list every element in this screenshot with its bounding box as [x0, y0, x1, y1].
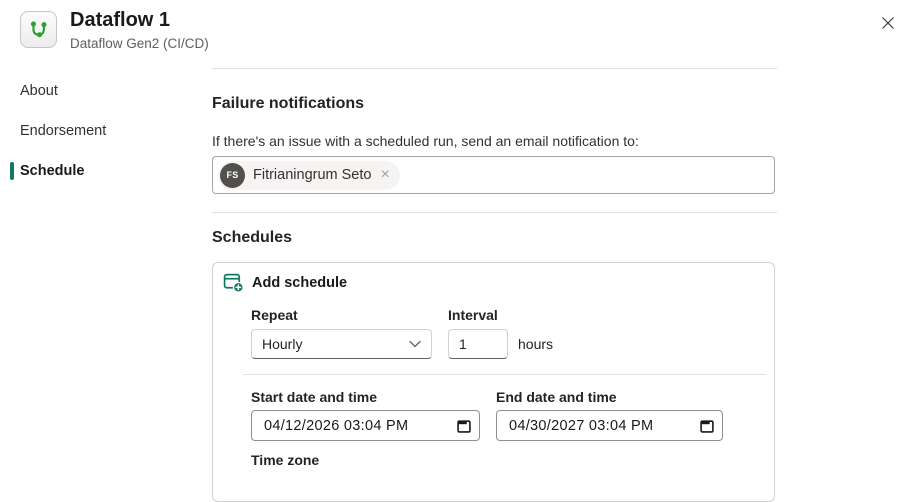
interval-input[interactable]: [448, 329, 508, 359]
failure-notifications-heading: Failure notifications: [212, 95, 365, 112]
repeat-value: Hourly: [262, 336, 303, 352]
card-divider: [243, 374, 766, 375]
sidebar-item-label: Schedule: [20, 163, 85, 179]
recipient-name: Fitrianingrum Seto: [253, 167, 372, 183]
dataflow-settings-dialog: { "header": { "title": "Dataflow 1", "su…: [0, 0, 911, 502]
add-schedule-button[interactable]: Add schedule: [223, 272, 347, 293]
add-schedule-label: Add schedule: [252, 274, 348, 291]
schedule-card: Add schedule Repeat Hourly Interval hour…: [212, 262, 775, 502]
interval-label: Interval: [448, 307, 498, 323]
recipient-chip: FS Fitrianingrum Seto ×: [218, 160, 400, 190]
repeat-dropdown[interactable]: Hourly: [251, 329, 432, 359]
section-divider: [212, 212, 777, 213]
email-recipients-field[interactable]: FS Fitrianingrum Seto ×: [212, 156, 775, 194]
remove-recipient-icon[interactable]: ×: [380, 167, 389, 183]
sidebar-item-endorsement[interactable]: Endorsement: [0, 118, 106, 144]
end-date-label: End date and time: [496, 389, 617, 405]
schedules-heading: Schedules: [212, 229, 293, 246]
page-subtitle: Dataflow Gen2 (CI/CD): [70, 36, 209, 51]
close-icon: [882, 17, 894, 29]
close-button[interactable]: [875, 10, 901, 36]
time-zone-label: Time zone: [251, 452, 320, 468]
dataflow-icon: [20, 11, 57, 48]
add-schedule-icon: [223, 273, 244, 293]
dataflow-branch-glyph: [30, 21, 47, 38]
page-title: Dataflow 1: [70, 9, 171, 31]
header-divider: [212, 68, 777, 69]
recipient-avatar: FS: [220, 162, 245, 188]
sidebar-item-schedule[interactable]: Schedule: [0, 158, 84, 184]
calendar-icon: [700, 419, 714, 433]
end-datepicker-button[interactable]: [700, 419, 714, 433]
active-indicator: [10, 162, 14, 180]
start-datetime-field[interactable]: [251, 410, 480, 441]
end-datetime-input[interactable]: [509, 417, 696, 434]
chevron-down-icon: [409, 340, 421, 348]
failure-notifications-description: If there's an issue with a scheduled run…: [212, 133, 639, 149]
start-date-label: Start date and time: [251, 389, 378, 405]
start-datetime-input[interactable]: [264, 417, 453, 434]
end-datetime-field[interactable]: [496, 410, 723, 441]
sidebar-item-label: About: [20, 83, 58, 99]
sidebar-item-about[interactable]: About: [0, 78, 58, 104]
interval-unit-label: hours: [518, 336, 554, 352]
sidebar-item-label: Endorsement: [20, 123, 107, 139]
repeat-label: Repeat: [251, 307, 298, 323]
start-datepicker-button[interactable]: [457, 419, 471, 433]
calendar-icon: [457, 419, 471, 433]
